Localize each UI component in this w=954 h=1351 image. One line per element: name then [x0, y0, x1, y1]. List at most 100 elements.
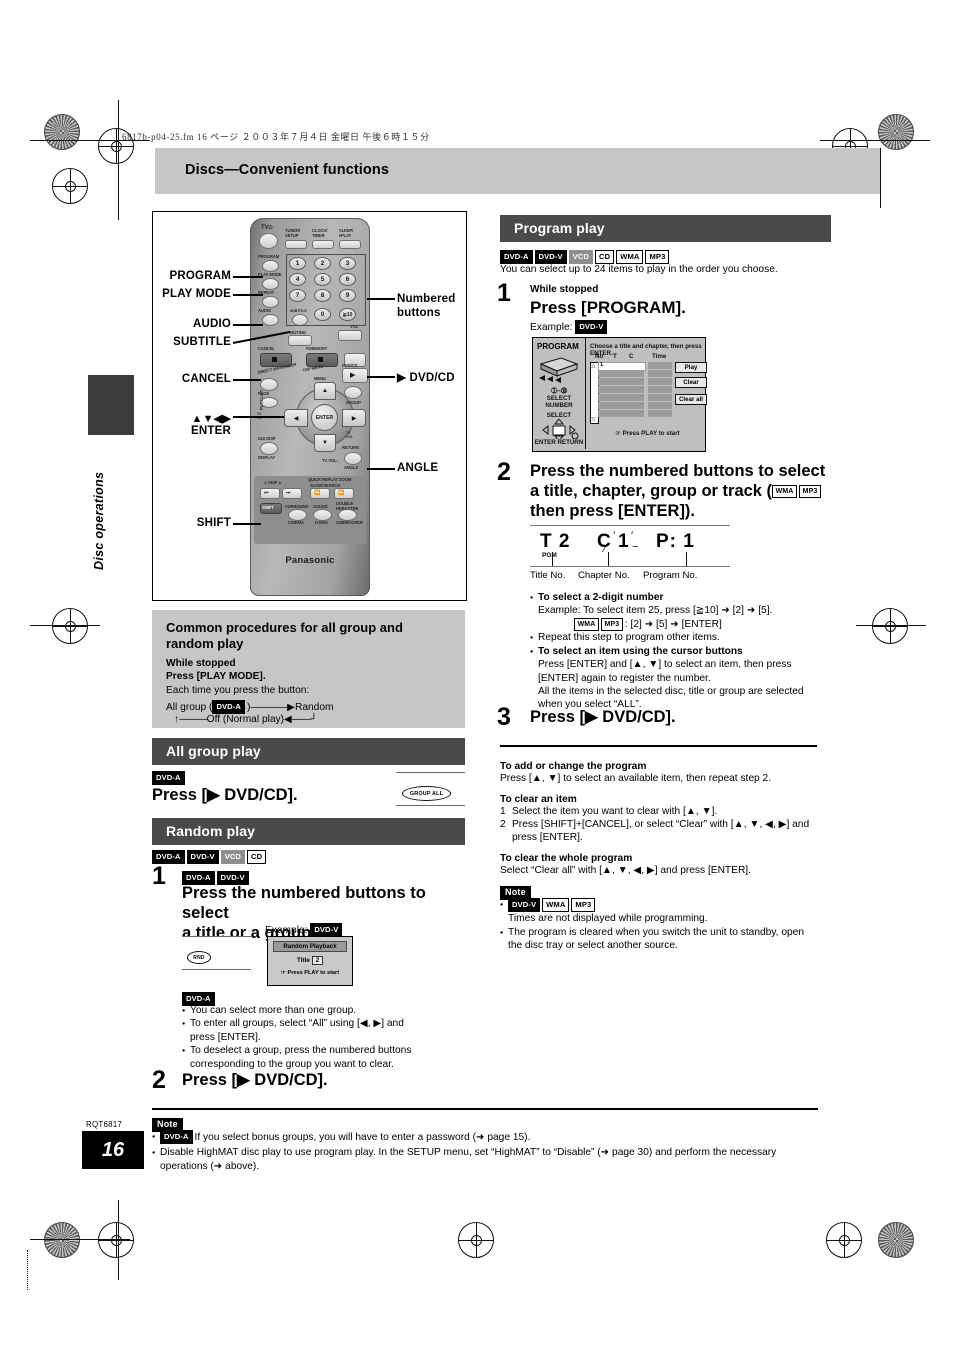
- osd-random-field-value: 2: [311, 956, 324, 965]
- program-step1-example: Example: DVD-V: [530, 320, 609, 335]
- leader-numbered: [367, 298, 395, 300]
- chip-mp3-step2: MP3: [799, 485, 821, 499]
- callout-dvd-cd: ▶ DVD/CD: [397, 372, 455, 384]
- remote-label-tv-vol: TV VOL: [346, 431, 354, 439]
- print-filename-line: 6817b-p04-25.fm 16 ページ ２００３年７月４日 金曜日 午後６…: [122, 132, 430, 142]
- fl-pgm-indicator: PGM: [542, 552, 557, 559]
- callout-numbered-buttons: Numbered buttons: [397, 292, 477, 320]
- remote-label-skip: ∨ SKIP ∧: [264, 480, 282, 485]
- osd-program-row1-no: 1: [600, 361, 604, 368]
- chip-dvd-a-bottom: DVD-A: [160, 1130, 193, 1145]
- fl-program-no-value: P: 1: [656, 531, 695, 552]
- remote-label-angle: ANGLE: [344, 465, 359, 470]
- osd-program-table: 1: [598, 362, 673, 422]
- crop-line-bottom: [30, 1239, 130, 1240]
- osd-program-clear-all-button[interactable]: Clear all: [675, 394, 707, 405]
- remote-label-p-memory: P.MEMORY: [306, 346, 328, 351]
- cycle-bottom-text: Off (Normal play): [206, 714, 285, 725]
- chapter-tab-block: [88, 375, 134, 435]
- program-note-chips: DVD-VWMAMP3: [500, 898, 818, 913]
- callout-program: PROGRAM: [169, 270, 231, 282]
- program-step1-while-stopped: While stopped: [530, 284, 599, 295]
- chip-wma-note2: WMA: [542, 898, 570, 913]
- leader-shift: [233, 523, 261, 525]
- fl-display-group-all: GROUP ALL: [396, 772, 465, 806]
- registration-mark-bottom-right: [826, 1222, 862, 1258]
- osd-random-field: Title 2: [268, 956, 352, 965]
- cursor-right-key: ▶: [342, 409, 366, 427]
- leader-enter: [233, 416, 284, 418]
- remote-key-sleep-play: [339, 240, 361, 249]
- page-header-bar: Discs—Convenient functions: [155, 148, 880, 194]
- remote-label-vol: VOL: [350, 324, 359, 329]
- chip-dvd-a: DVD-A: [152, 770, 185, 785]
- fl-display-program-readout: T 2 PGM C 1 ’ ⁄ ′ − P: 1: [530, 525, 730, 567]
- osd-col-c: C: [629, 353, 634, 360]
- osd-program-select2: SELECT: [546, 412, 572, 419]
- remote-label-display: DISPLAY: [258, 455, 276, 460]
- fl-indicator-group-all: GROUP ALL: [402, 786, 451, 801]
- program-example-label: Example:: [530, 321, 573, 333]
- callout-cursor-keys: ▲▼◀▶: [191, 413, 231, 425]
- osd-keypad-range: ➀–➉: [551, 388, 567, 395]
- page-number: 16: [101, 1138, 125, 1161]
- leader-program: [233, 276, 263, 278]
- enter-key: ENTER: [311, 404, 338, 431]
- program-step3-title: Press [▶ DVD/CD].: [530, 708, 676, 726]
- osd-program-clear-button[interactable]: Clear: [675, 377, 707, 388]
- remote-key-num-10plus: ≧10: [339, 308, 356, 321]
- remote-label-tv: TV⏻: [261, 225, 273, 231]
- program-note-2digit-chipline: WMA MP3: [2] ➜ [5] ➜ [ENTER]: [530, 617, 820, 632]
- remote-label-group: GROUP: [346, 400, 361, 405]
- extra-add-change-body: Press [▲, ▼] to select an available item…: [500, 773, 772, 784]
- osd-random-field-label: Title: [296, 957, 310, 964]
- osd-random-playback: Random Playback Title 2 ☞ Press PLAY to …: [267, 936, 353, 986]
- bottom-note-item-2: Disable HighMAT disc play to use program…: [152, 1146, 822, 1173]
- osd-return-label: RETURN: [557, 439, 584, 446]
- program-step2-line1: Press the numbered buttons to select: [530, 462, 826, 480]
- fl-tick-program: [686, 552, 688, 566]
- program-step2-number: 2: [497, 458, 511, 486]
- chip-dvd-v-note: DVD-V: [508, 898, 541, 913]
- osd-program-play-button[interactable]: Play: [675, 362, 707, 373]
- program-note-2digit: To select a 2-digit number: [530, 591, 820, 605]
- random-step2-title: Press [▶ DVD/CD].: [182, 1071, 328, 1089]
- remote-key-num-1: 1: [289, 257, 306, 270]
- cursor-pictogram-icon: [542, 419, 579, 439]
- remote-key-audio: [262, 314, 279, 326]
- document-code: RQT6817: [86, 1120, 123, 1129]
- section-header-random-play: Random play: [152, 818, 465, 845]
- osd-program: PROGRAM ➀–➉ SELECT NUMBER SELECT ENTER R…: [532, 337, 707, 452]
- callout-numbered-line2: buttons: [397, 307, 441, 319]
- osd-col-t: T: [613, 353, 617, 360]
- bottom-divider-rule: [152, 1108, 818, 1111]
- registration-dot-top-right: [878, 114, 914, 150]
- leader-dvd-cd: [367, 376, 395, 378]
- remote-control-figure: TV⏻ TUNER/SETUP CLOCK/TIMER SLEEP/⏵PLAY …: [152, 211, 467, 601]
- callout-audio: AUDIO: [192, 318, 231, 330]
- callout-cancel: CANCEL: [181, 373, 231, 385]
- common-procedures-while-stopped: While stopped: [166, 658, 236, 669]
- remote-key-num-8: 8: [314, 289, 331, 302]
- program-step1-number: 1: [497, 279, 511, 307]
- crop-line-bottom-left-edge: [27, 1250, 29, 1290]
- osd-enter-label: ENTER: [534, 439, 556, 446]
- crop-line-bottom-v: [118, 1200, 119, 1280]
- chip-mp3-program: MP3: [645, 249, 670, 264]
- osd-program-footer: ☞ Press PLAY to start: [615, 430, 680, 437]
- remote-label-quick-replay-zoom: QUICK REPLAY ZOOM: [308, 477, 352, 482]
- remote-brand-logo: Panasonic: [285, 555, 335, 566]
- program-step2-title: Press the numbered buttons to select a t…: [530, 461, 830, 521]
- callout-play-mode: PLAY MODE: [162, 288, 231, 300]
- chip-mp3-note2: MP3: [571, 898, 596, 913]
- remote-label-play-list: PLAY LIST: [259, 389, 264, 410]
- program-note-chipline-text: : [2] ➜ [5] ➜ [ENTER]: [624, 619, 722, 630]
- remote-key-muting: [288, 335, 312, 346]
- extra-clear-item-1: 1 Select the item you want to clear with …: [500, 806, 718, 817]
- remote-label-return: RETURN: [342, 445, 359, 450]
- osd-col-time: Time: [652, 353, 667, 360]
- osd-random-footer: ☞ Press PLAY to start: [280, 970, 340, 976]
- remote-label-sleep-play: SLEEP/⏵PLAY: [339, 228, 354, 238]
- bottom-note-item-1-text: If you select bonus groups, you will hav…: [194, 1131, 531, 1143]
- osd-program-enter-return: ENTER RETURN: [533, 439, 585, 446]
